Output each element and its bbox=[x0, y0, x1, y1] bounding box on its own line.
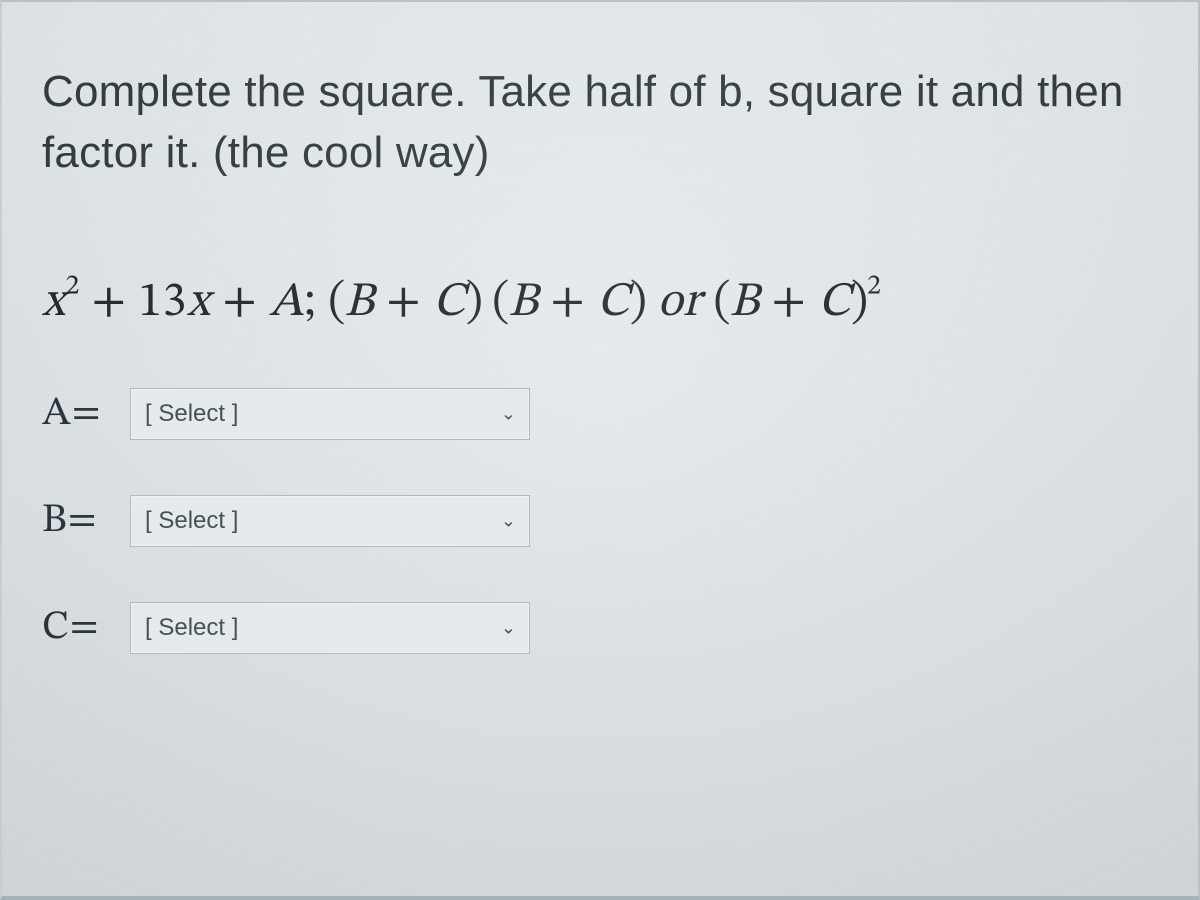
eq-B2: B bbox=[508, 279, 538, 327]
select-C[interactable]: [ Select ] ⌄ bbox=[130, 602, 530, 654]
select-A[interactable]: [ Select ] ⌄ bbox=[130, 388, 530, 440]
eq-xvar: x bbox=[187, 279, 211, 327]
eq-final-squared: 2 bbox=[867, 273, 881, 301]
select-B[interactable]: [ Select ] ⌄ bbox=[130, 495, 530, 547]
eq-plus-2: + bbox=[210, 279, 269, 327]
eq-plus-3: + bbox=[374, 279, 433, 327]
eq-B1: B bbox=[344, 279, 374, 327]
answer-row-B: B= [ Select ] ⌄ bbox=[42, 495, 1148, 547]
answer-label-B: B= bbox=[42, 496, 112, 546]
eq-A: A bbox=[269, 279, 304, 327]
eq-C2: C bbox=[597, 279, 630, 327]
eq-coef: 13 bbox=[138, 279, 187, 327]
select-B-display[interactable]: [ Select ] bbox=[130, 495, 530, 547]
eq-rp2: ) bbox=[630, 279, 646, 327]
answer-row-C: C= [ Select ] ⌄ bbox=[42, 602, 1148, 654]
eq-x: x bbox=[42, 279, 66, 327]
eq-rp1: ) bbox=[466, 279, 482, 327]
eq-plus-5: + bbox=[760, 279, 819, 327]
question-prompt: Complete the square. Take half of b, squ… bbox=[42, 62, 1148, 183]
question-card: Complete the square. Take half of b, squ… bbox=[0, 0, 1200, 900]
answer-row-A: A= [ Select ] ⌄ bbox=[42, 388, 1148, 440]
eq-C3: C bbox=[818, 279, 851, 327]
eq-B3: B bbox=[729, 279, 759, 327]
eq-rp3: ) bbox=[851, 279, 867, 327]
eq-lp3: ( bbox=[713, 279, 729, 327]
answer-label-C: C= bbox=[42, 603, 112, 653]
eq-plus-1: + bbox=[80, 279, 139, 327]
eq-C1: C bbox=[433, 279, 466, 327]
answer-label-A: A= bbox=[42, 389, 112, 439]
equation-display: x2 + 13x + A; (B + C) (B + C) or (B + C)… bbox=[42, 273, 1148, 333]
eq-lp1: ( bbox=[328, 279, 344, 327]
eq-lp2: ( bbox=[482, 279, 508, 327]
eq-semicolon: ; bbox=[304, 279, 328, 327]
select-A-display[interactable]: [ Select ] bbox=[130, 388, 530, 440]
eq-plus-4: + bbox=[538, 279, 597, 327]
eq-or: or bbox=[646, 279, 713, 327]
eq-x-squared: 2 bbox=[66, 273, 80, 301]
select-C-display[interactable]: [ Select ] bbox=[130, 602, 530, 654]
